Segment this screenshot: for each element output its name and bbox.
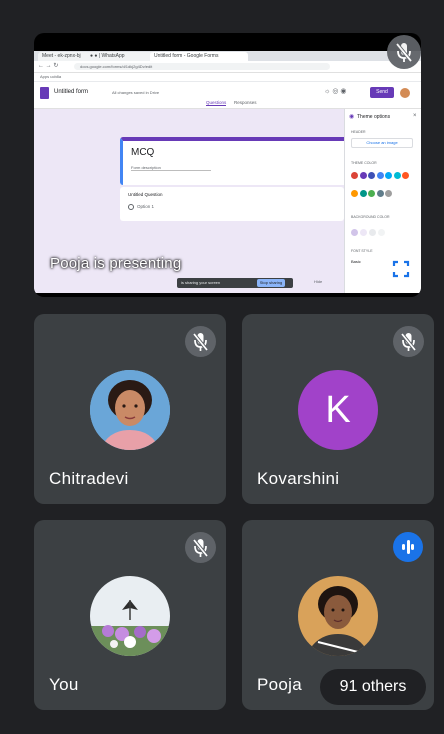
participant-name: You — [49, 675, 79, 694]
theme-swatch — [376, 172, 384, 179]
questions-tab: Questions — [206, 100, 227, 106]
theme-swatch — [359, 172, 367, 179]
palette-icon: ◉ — [349, 114, 355, 120]
browser-tab-bar: Meet - ek-zpnx-bj ● ● | WhatsApp Untitle… — [34, 51, 421, 61]
bg-swatch — [378, 229, 385, 236]
audio-level-icon — [393, 532, 423, 562]
stop-sharing-button: Stop sharing — [257, 279, 285, 287]
bg-swatch — [351, 229, 358, 236]
fullscreen-button[interactable] — [383, 251, 419, 287]
avatar-initial: K — [325, 389, 351, 431]
browser-tab: Meet - ek-zpnx-bj — [38, 52, 90, 61]
mic-off-icon — [185, 532, 216, 563]
participant-tile[interactable]: Chitradevi — [34, 314, 226, 504]
sharing-text: is sharing your screen — [181, 280, 221, 285]
sharing-notice: is sharing your screen Stop sharing — [177, 278, 293, 288]
font-style-value: Basic — [351, 259, 361, 264]
avatar — [90, 370, 170, 450]
bookmarks-text: Apps ucb8a — [40, 74, 62, 79]
form-description: Form description — [131, 165, 211, 171]
account-avatar — [400, 88, 410, 98]
question-title: Untitled Question — [128, 192, 163, 197]
bg-swatch — [369, 229, 376, 236]
bg-swatch — [360, 229, 367, 236]
theme-swatch — [402, 172, 409, 179]
mic-off-icon — [393, 326, 424, 357]
fullscreen-icon — [392, 260, 410, 278]
theme-swatch — [385, 172, 392, 179]
close-icon: × — [413, 113, 417, 119]
bookmarks-bar: Apps ucb8a — [34, 73, 421, 82]
hide-notice-button: Hide — [314, 279, 323, 284]
theme-swatch — [351, 172, 358, 179]
theme-swatch — [368, 190, 375, 197]
mic-off-icon — [387, 35, 421, 69]
forms-toolbar-icons: ☼ ◎ ◉ — [324, 88, 347, 95]
saved-status: All changes saved in Drive — [112, 90, 160, 95]
theme-color-label: THEME COLOR — [351, 161, 377, 165]
participant-tile[interactable]: You — [34, 520, 226, 710]
avatar — [298, 576, 378, 656]
avatar — [90, 576, 170, 656]
participant-name: Kovarshini — [257, 469, 340, 488]
form-heading: MCQ — [131, 147, 155, 158]
others-count-button[interactable]: 91 others — [320, 669, 426, 705]
header-label: HEADER — [351, 130, 366, 134]
question-card: Untitled Question Option 1 — [120, 187, 344, 221]
nav-arrows-icon: ← → ↻ — [38, 63, 59, 69]
theme-swatch — [385, 190, 392, 197]
participant-name: Pooja — [257, 675, 302, 694]
form-title: Untitled form — [54, 89, 89, 95]
mic-off-icon — [185, 326, 216, 357]
theme-swatch — [359, 190, 367, 197]
theme-swatch — [376, 190, 384, 197]
theme-swatch — [393, 172, 401, 179]
theme-color-swatches — [351, 168, 411, 204]
background-color-label: BACKGROUND COLOR — [351, 215, 390, 219]
send-button: Send — [370, 87, 394, 98]
presenting-banner: Pooja is presenting — [50, 255, 182, 272]
theme-swatch — [368, 172, 375, 179]
font-style-label: FONT STYLE — [351, 249, 373, 253]
option-label: Option 1 — [128, 204, 154, 210]
form-title-card: MCQ Form description — [120, 137, 347, 185]
participant-name: Chitradevi — [49, 469, 129, 488]
responses-tab: Responses — [234, 100, 257, 105]
choose-image-button: Choose an image — [351, 138, 413, 148]
browser-url-bar: ← → ↻ docs.google.com/forms/d/1dkj2g4Dv/… — [34, 61, 421, 73]
panel-title: Theme options — [357, 114, 391, 120]
background-swatches — [351, 223, 385, 241]
browser-tab: ● ● | WhatsApp — [86, 52, 154, 61]
url-field: docs.google.com/forms/d/1dkj2g4Dv/edit — [74, 63, 330, 70]
avatar: K — [298, 370, 378, 450]
browser-tab-active: Untitled form - Google Forms — [150, 52, 248, 61]
forms-header: Untitled form All changes saved in Drive… — [34, 82, 421, 109]
theme-swatch — [351, 190, 358, 197]
presentation-tile[interactable]: Meet - ek-zpnx-bj ● ● | WhatsApp Untitle… — [34, 33, 421, 297]
participant-tile[interactable]: K Kovarshini — [242, 314, 434, 504]
google-forms-icon — [40, 87, 49, 99]
